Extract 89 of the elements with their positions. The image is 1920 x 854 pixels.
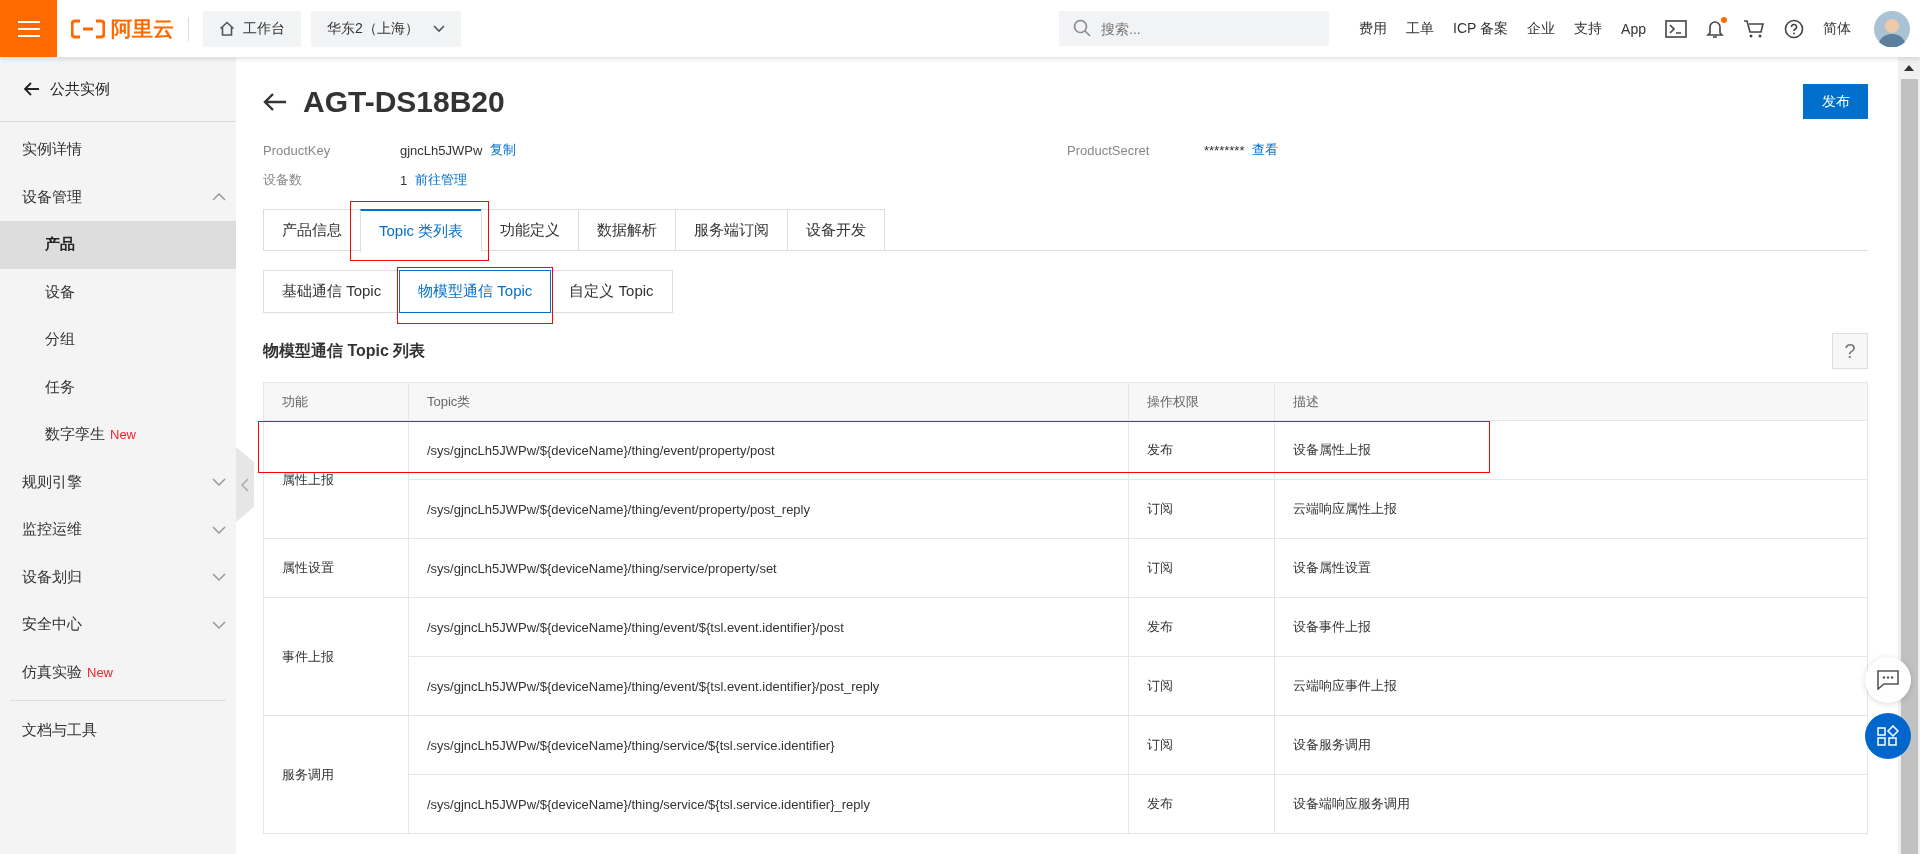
nav-link[interactable]: 企业: [1527, 19, 1556, 38]
column-header: 操作权限: [1128, 382, 1275, 421]
chevron-down-icon: [432, 24, 445, 33]
table-cell: 事件上报: [263, 597, 409, 716]
table-cell: 云端响应事件上报: [1274, 656, 1868, 716]
menu-button[interactable]: [0, 0, 57, 57]
field-value: 1: [400, 172, 408, 188]
tab[interactable]: 产品信息: [263, 209, 361, 250]
action-link[interactable]: 查看: [1252, 141, 1279, 159]
terminal-icon[interactable]: [1665, 19, 1687, 38]
sidebar-group[interactable]: 设备管理: [0, 173, 236, 221]
help-icon[interactable]: [1784, 18, 1804, 39]
table-cell: 设备属性设置: [1274, 538, 1868, 598]
table-cell: /sys/gjncLh5JWPw/${deviceName}/thing/event/${tsl.event.identifier}/post_reply: [408, 656, 1129, 716]
sidebar-group[interactable]: 安全中心: [0, 601, 236, 649]
nav-link[interactable]: 工单: [1406, 19, 1435, 38]
back-link[interactable]: 公共实例: [0, 57, 236, 121]
table-cell: 服务调用: [263, 715, 409, 834]
field-value: ********: [1204, 142, 1245, 158]
apps-icon: [1877, 725, 1899, 747]
table-cell: 发布: [1128, 597, 1275, 657]
nav-link[interactable]: App: [1621, 20, 1646, 37]
nav-link[interactable]: 费用: [1359, 19, 1388, 38]
table-cell: 设备服务调用: [1274, 715, 1868, 775]
tab[interactable]: Topic 类列表: [360, 209, 483, 252]
subtab[interactable]: 基础通信 Topic: [263, 270, 401, 313]
field-label: 设备数: [263, 171, 303, 189]
scrollbar[interactable]: [1898, 57, 1920, 854]
back-arrow-icon[interactable]: [263, 92, 287, 112]
publish-button[interactable]: 发布: [1803, 84, 1868, 119]
column-header: 功能: [263, 382, 409, 421]
chat-button[interactable]: [1865, 657, 1911, 703]
search-field[interactable]: 搜索...: [1059, 11, 1330, 46]
sidebar-group[interactable]: 监控运维: [0, 506, 236, 554]
table-cell: /sys/gjncLh5JWPw/${deviceName}/thing/event/${tsl.event.identifier}/post: [408, 597, 1129, 657]
menu-icon: [17, 19, 40, 38]
chevron-left-icon: [241, 477, 249, 492]
nav-link[interactable]: ICP 备案: [1453, 19, 1509, 38]
field-label: ProductKey: [263, 142, 332, 158]
sidebar-group[interactable]: 设备划归: [0, 553, 236, 601]
table-cell: /sys/gjncLh5JWPw/${deviceName}/thing/service/property/set: [408, 538, 1129, 598]
table-cell: /sys/gjncLh5JWPw/${deviceName}/thing/event/property/post_reply: [408, 479, 1129, 539]
sidebar-item[interactable]: 数字孪生 New: [0, 411, 236, 459]
sidebar-item[interactable]: 产品: [0, 221, 236, 269]
workbench-button[interactable]: 工作台: [203, 10, 301, 47]
apps-button[interactable]: [1865, 713, 1911, 759]
table-cell: 属性设置: [263, 538, 409, 598]
sidebar-group[interactable]: 规则引擎: [0, 458, 236, 506]
column-header: 描述: [1274, 382, 1868, 421]
help-button[interactable]: ?: [1832, 333, 1868, 369]
subtab[interactable]: 物模型通信 Topic: [399, 270, 552, 313]
nav-link[interactable]: 支持: [1574, 19, 1603, 38]
language-link[interactable]: 简体: [1823, 19, 1851, 38]
region-dropdown[interactable]: 华东2（上海）: [311, 10, 461, 47]
table-cell: 设备端响应服务调用: [1274, 774, 1868, 834]
scroll-up-icon[interactable]: [1904, 65, 1914, 71]
table-cell: 订阅: [1128, 538, 1275, 598]
bell-icon[interactable]: [1706, 18, 1724, 39]
sidebar-item[interactable]: 分组: [0, 316, 236, 364]
search-icon: [1073, 19, 1092, 37]
home-icon: [219, 21, 235, 36]
field-label: ProductSecret: [1067, 142, 1151, 158]
avatar-icon[interactable]: [1874, 10, 1910, 47]
sidebar-item[interactable]: 任务: [0, 363, 236, 411]
logo-icon: [71, 18, 105, 39]
sidebar-item[interactable]: 设备: [0, 268, 236, 316]
sidebar-item[interactable]: 文档与工具: [0, 707, 236, 755]
sidebar-item[interactable]: 实例详情: [0, 126, 236, 174]
table-cell: 订阅: [1128, 715, 1275, 775]
subtab[interactable]: 自定义 Topic: [550, 270, 673, 313]
table-cell: /sys/gjncLh5JWPw/${deviceName}/thing/service/${tsl.service.identifier}_reply: [408, 774, 1129, 834]
cart-icon[interactable]: [1743, 18, 1765, 39]
table-cell: 设备属性上报: [1274, 420, 1868, 480]
action-link[interactable]: 复制: [490, 141, 517, 159]
table-cell: /sys/gjncLh5JWPw/${deviceName}/thing/service/${tsl.service.identifier}: [408, 715, 1129, 775]
table-cell: 设备事件上报: [1274, 597, 1868, 657]
chat-icon: [1877, 670, 1899, 690]
action-link[interactable]: 前往管理: [415, 171, 468, 189]
arrow-left-icon: [24, 82, 40, 96]
tab[interactable]: 设备开发: [787, 209, 886, 250]
table-cell: 订阅: [1128, 656, 1275, 716]
sidebar-item[interactable]: 仿真实验 New: [0, 648, 236, 696]
table-cell: 发布: [1128, 774, 1275, 834]
table-cell: 订阅: [1128, 479, 1275, 539]
field-value: gjncLh5JWPw: [400, 142, 483, 158]
section-title: 物模型通信 Topic 列表: [263, 340, 426, 361]
product-title: AGT-DS18B20: [303, 85, 505, 119]
column-header: Topic类: [408, 382, 1129, 421]
table-cell: 云端响应属性上报: [1274, 479, 1868, 539]
